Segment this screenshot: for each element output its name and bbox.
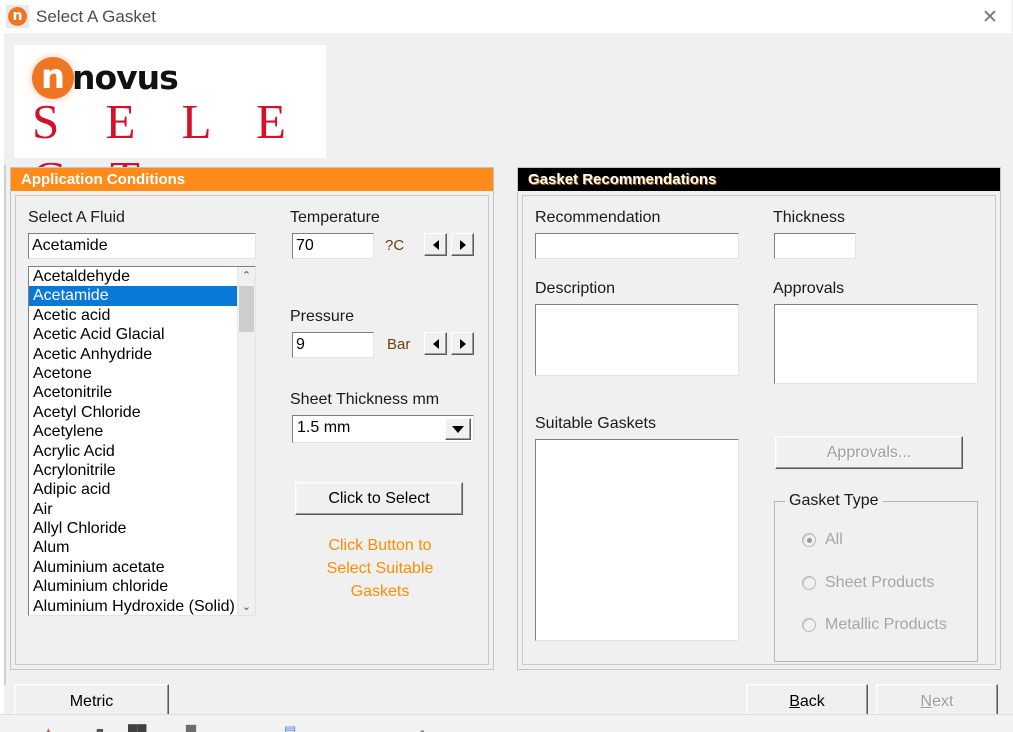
window-title: Select A Gasket (36, 4, 156, 29)
gasket-recommendations-panel: Gasket Recommendations Recommendation Th… (517, 167, 1001, 670)
gasket-recommendations-header: Gasket Recommendations (518, 168, 1000, 191)
radio-label-all: All (825, 531, 843, 549)
list-item[interactable]: Allyl Chloride (29, 519, 238, 538)
caret-down-icon (452, 426, 464, 433)
list-item[interactable]: Adipic acid (29, 480, 238, 499)
list-item[interactable]: Acetic Anhydride (29, 345, 238, 364)
back-button-mnemonic: B (789, 693, 800, 711)
taskbar[interactable]: ▲ ■ ██ ▇ ▬ ▤ ▪ (0, 714, 1013, 732)
radio-label-sheet-products: Sheet Products (825, 574, 934, 592)
back-button-label: ack (800, 693, 825, 711)
list-item[interactable]: Aluminium acetate (29, 558, 238, 577)
list-item[interactable]: Acetaldehyde (29, 267, 238, 286)
caret-right-icon (460, 339, 466, 349)
gasket-type-label: Gasket Type (785, 492, 883, 510)
application-window: n Select A Gasket ✕ n novus S E L E C T … (0, 0, 1013, 732)
scrollbar-thumb[interactable] (239, 286, 254, 332)
pressure-unit-label: Bar (387, 336, 410, 353)
caret-right-icon (460, 240, 466, 250)
radio-icon (802, 576, 816, 590)
suitable-gaskets-label: Suitable Gaskets (535, 415, 656, 433)
taskbar-icon-2[interactable]: ■ (96, 724, 104, 732)
taskbar-icon-6[interactable]: ▤ (284, 723, 296, 732)
sheet-thickness-select[interactable]: 1.5 mm (292, 415, 474, 443)
application-conditions-panel: Application Conditions Select A Fluid Ac… (10, 167, 494, 670)
radio-gasket-type-sheet-products[interactable]: Sheet Products (802, 574, 934, 592)
list-item[interactable]: Aluminium Hydroxide (Solid) (29, 597, 238, 616)
scroll-down-icon[interactable]: ⌄ (238, 598, 255, 615)
hint-line-3: Gaskets (316, 583, 444, 601)
brand-name: novus (72, 58, 178, 97)
approvals-textarea[interactable] (774, 304, 978, 384)
sheet-thickness-value: 1.5 mm (297, 419, 350, 437)
taskbar-icon-3[interactable]: ██ (128, 724, 146, 732)
taskbar-icon-1[interactable]: ▲ (42, 724, 55, 732)
thickness-input[interactable] (774, 233, 856, 259)
list-item[interactable]: Acetyl Chloride (29, 403, 238, 422)
title-icon-letter: n (8, 7, 27, 26)
list-item[interactable]: Acrylic Acid (29, 442, 238, 461)
hint-line-2: Select Suitable (316, 560, 444, 578)
next-button-mnemonic: N (921, 693, 933, 711)
approvals-button[interactable]: Approvals... (775, 436, 963, 469)
hint-line-1: Click Button to (316, 537, 444, 555)
application-conditions-body: Select A Fluid Acetamide AcetaldehydeAce… (15, 195, 489, 665)
description-textarea[interactable] (535, 304, 739, 376)
fluid-input[interactable]: Acetamide (28, 233, 256, 259)
list-item[interactable]: Acrylonitrile (29, 461, 238, 480)
fluid-listbox[interactable]: AcetaldehydeAcetamideAcetic acidAcetic A… (28, 266, 256, 616)
list-item[interactable]: Acetone (29, 364, 238, 383)
fluid-list-scrollbar[interactable]: ⌃ ⌄ (237, 267, 255, 615)
radio-gasket-type-metallic-products[interactable]: Metallic Products (802, 616, 947, 634)
chevron-down-icon[interactable] (445, 418, 471, 440)
novus-n-icon: n (6, 5, 29, 28)
select-a-fluid-label: Select A Fluid (28, 209, 125, 227)
gasket-recommendations-body: Recommendation Thickness Description App… (522, 195, 996, 665)
scroll-up-icon[interactable]: ⌃ (238, 267, 255, 284)
list-item[interactable]: Acetic acid (29, 306, 238, 325)
sheet-thickness-label: Sheet Thickness mm (290, 391, 439, 409)
click-to-select-button[interactable]: Click to Select (295, 482, 463, 515)
brand-logo: n novus S E L E C T (14, 45, 326, 158)
pressure-label: Pressure (290, 308, 354, 326)
title-bar: n Select A Gasket ✕ (0, 0, 1013, 33)
temperature-input[interactable]: 70 (292, 233, 374, 259)
fluid-list-items: AcetaldehydeAcetamideAcetic acidAcetic A… (29, 267, 238, 615)
caret-left-icon (433, 339, 439, 349)
radio-gasket-type-all[interactable]: All (802, 531, 843, 549)
approvals-label: Approvals (773, 280, 844, 298)
temperature-increment-button[interactable] (451, 233, 474, 256)
radio-icon-selected (802, 533, 816, 547)
application-conditions-header: Application Conditions (11, 168, 493, 191)
thickness-label: Thickness (773, 209, 845, 227)
next-button-label: ext (932, 693, 953, 711)
description-label: Description (535, 280, 615, 298)
list-item[interactable]: Acetic Acid Glacial (29, 325, 238, 344)
temperature-unit-label: ?C (385, 237, 404, 254)
caret-left-icon (433, 240, 439, 250)
close-icon[interactable]: ✕ (967, 0, 1013, 33)
suitable-gaskets-listbox[interactable] (535, 439, 739, 641)
recommendation-label: Recommendation (535, 209, 660, 227)
radio-icon (802, 618, 816, 632)
list-item[interactable]: Air (29, 500, 238, 519)
list-item[interactable]: Acetonitrile (29, 383, 238, 402)
recommendation-input[interactable] (535, 233, 739, 259)
temperature-decrement-button[interactable] (424, 233, 447, 256)
gasket-type-group: Gasket Type All Sheet Products Metallic … (774, 501, 978, 662)
list-item[interactable]: Acetamide (29, 286, 238, 305)
window-left-rule (4, 165, 6, 685)
pressure-decrement-button[interactable] (424, 332, 447, 355)
radio-label-metallic-products: Metallic Products (825, 616, 947, 634)
taskbar-icon-5[interactable]: ▬ (236, 724, 249, 732)
taskbar-icon-7[interactable]: ▪ (420, 724, 425, 732)
temperature-label: Temperature (290, 209, 380, 227)
pressure-increment-button[interactable] (451, 332, 474, 355)
list-item[interactable]: Alum (29, 538, 238, 557)
pressure-input[interactable]: 9 (292, 332, 374, 358)
list-item[interactable]: Acetylene (29, 422, 238, 441)
taskbar-icon-4[interactable]: ▇ (186, 723, 196, 732)
list-item[interactable]: Aluminium chloride (29, 577, 238, 596)
